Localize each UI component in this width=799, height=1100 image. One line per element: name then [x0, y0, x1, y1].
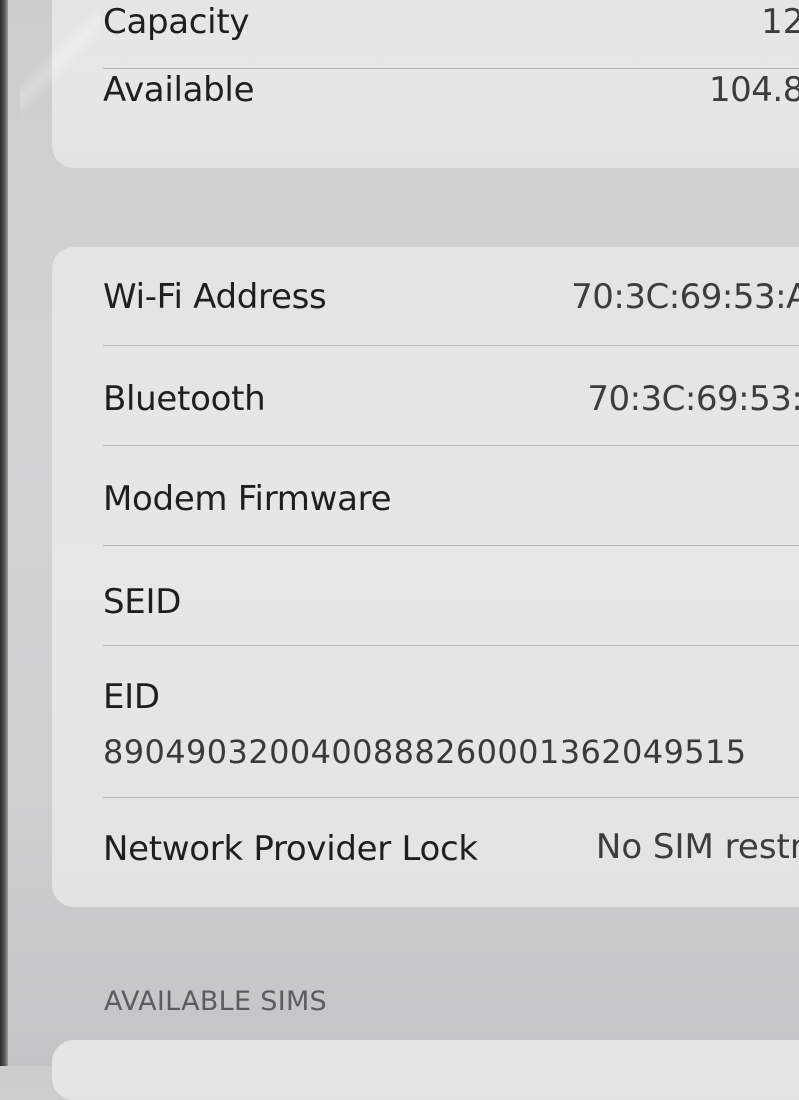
- bluetooth-value: 70:3C:69:53:D: [587, 379, 799, 419]
- eid-label: EID: [103, 677, 160, 717]
- row-divider: [103, 645, 799, 646]
- row-divider: [103, 345, 799, 346]
- network-provider-lock-label: Network Provider Lock: [103, 829, 478, 869]
- modem-firmware-row[interactable]: Modem Firmware 7.: [52, 447, 799, 547]
- row-divider: [103, 797, 799, 798]
- row-divider: [103, 68, 799, 69]
- wifi-address-label: Wi-Fi Address: [103, 277, 327, 317]
- modem-firmware-label: Modem Firmware: [103, 479, 392, 519]
- available-sims-header: AVAILABLE SIMS: [104, 986, 327, 1017]
- network-provider-lock-value: No SIM restric: [595, 827, 799, 867]
- available-row[interactable]: Available 104.86: [52, 70, 799, 168]
- row-divider: [103, 445, 799, 446]
- capacity-value: 128: [761, 2, 799, 42]
- wifi-address-value: 70:3C:69:53:A8: [571, 277, 799, 317]
- row-divider: [103, 545, 799, 546]
- available-value: 104.86: [709, 70, 799, 110]
- eid-value: 890490320040088826000136204951​5: [103, 733, 747, 771]
- seid-label: SEID: [103, 582, 182, 622]
- seid-row[interactable]: SEID: [52, 547, 799, 647]
- available-label: Available: [103, 70, 255, 110]
- sims-group: [52, 1040, 799, 1100]
- bluetooth-row[interactable]: Bluetooth 70:3C:69:53:D: [52, 347, 799, 447]
- bluetooth-label: Bluetooth: [103, 379, 266, 419]
- identifiers-group: Wi-Fi Address 70:3C:69:53:A8 Bluetooth 7…: [52, 247, 799, 907]
- capacity-label: Capacity: [103, 2, 250, 42]
- wifi-address-row[interactable]: Wi-Fi Address 70:3C:69:53:A8: [52, 247, 799, 347]
- eid-row[interactable]: EID 890490320040088826000136204951​5: [52, 647, 799, 799]
- storage-group: Capacity 128 Available 104.86: [52, 0, 799, 168]
- network-provider-lock-row[interactable]: Network Provider Lock No SIM restric: [52, 799, 799, 907]
- device-bezel: [0, 0, 8, 1066]
